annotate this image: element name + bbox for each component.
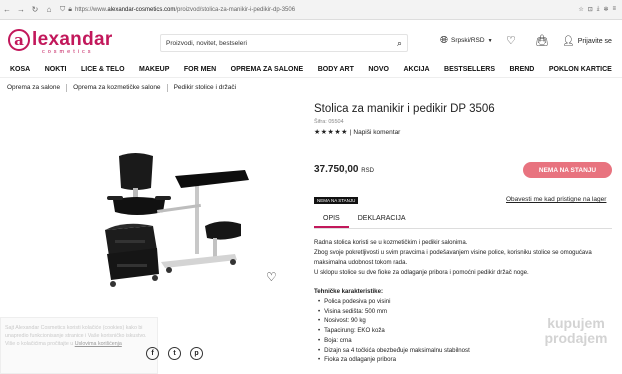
- product-image[interactable]: [95, 150, 265, 300]
- logo-mark: a: [8, 29, 30, 51]
- add-to-wishlist-heart-icon[interactable]: ♡: [266, 270, 277, 284]
- menu-icon[interactable]: ≡: [612, 6, 616, 13]
- search-icon[interactable]: ⌕: [397, 38, 402, 49]
- nav-item-kosa[interactable]: KOSA: [10, 66, 30, 73]
- nav-item-lice-telo[interactable]: LICE & TELO: [81, 66, 125, 73]
- globe-icon: 🌐︎: [440, 35, 448, 46]
- facebook-icon[interactable]: f: [146, 347, 159, 360]
- nav-item-body-art[interactable]: BODY ART: [318, 66, 354, 73]
- tab-deklaracija[interactable]: DEKLARACIJA: [349, 211, 415, 228]
- rating-stars-icon: ★★★★★: [314, 129, 348, 136]
- login-label: Prijavite se: [577, 38, 612, 45]
- back-icon[interactable]: ←: [0, 5, 14, 14]
- tab-opis[interactable]: OPIS: [314, 211, 349, 228]
- nav-item-bestsellers[interactable]: BESTSELLERS: [444, 66, 495, 73]
- description-line: Zbog svoje pokretljivosti u svim pravcim…: [314, 249, 592, 266]
- price-value: 37.750,00: [314, 164, 359, 175]
- logo-word: lexandar: [32, 29, 113, 50]
- extension-icon[interactable]: ✲: [603, 6, 608, 13]
- nav-item-brend[interactable]: BREND: [509, 66, 534, 73]
- write-review-link[interactable]: | Napiši komentar: [350, 129, 400, 136]
- spec-item: Visina sedišta: 500 mm: [318, 307, 470, 317]
- spec-item: Nosivost: 90 kg: [318, 316, 470, 326]
- specs-list: Polica podesiva po visini Visina sedišta…: [318, 297, 470, 365]
- search-box: ⌕: [160, 34, 408, 52]
- wishlist-heart-icon[interactable]: ♡: [506, 34, 516, 47]
- watermark-line: prodajem: [544, 330, 608, 346]
- breadcrumb-item[interactable]: Oprema za kozmetičke salone: [73, 84, 160, 92]
- shield-icon: ⛉: [60, 5, 66, 13]
- url-prefix: https://www.: [74, 6, 108, 13]
- home-icon[interactable]: ⌂: [42, 5, 56, 14]
- product-description: Radna stolica koristi se u kozmetičkim i…: [314, 238, 614, 278]
- reload-icon[interactable]: ↻: [28, 5, 42, 14]
- twitter-icon[interactable]: t: [168, 347, 181, 360]
- chevron-down-icon: ▼: [487, 37, 493, 44]
- lock-icon: 🔒︎: [68, 5, 72, 13]
- logo[interactable]: a lexandar cosmetics: [8, 29, 113, 55]
- nav-item-novo[interactable]: NOVO: [368, 66, 389, 73]
- breadcrumb-item[interactable]: Oprema za salone: [7, 84, 60, 92]
- bookmark-star-icon[interactable]: ☆: [578, 6, 583, 13]
- product-title: Stolica za manikir i pedikir DP 3506: [314, 103, 495, 115]
- forward-icon[interactable]: →: [14, 5, 28, 14]
- url-host: alexandar-cosmetics.com: [107, 6, 176, 13]
- description-line: Radna stolica koristi se u kozmetičkim i…: [314, 239, 468, 246]
- product-tabs: OPIS DEKLARACIJA: [314, 211, 612, 229]
- watermark: kupujem prodajem: [530, 316, 622, 374]
- pinterest-icon[interactable]: p: [190, 347, 203, 360]
- main-nav: KOSA NOKTI LICE & TELO MAKEUP FOR MEN OP…: [0, 62, 622, 78]
- watermark-line: kupujem: [547, 315, 605, 331]
- nav-item-akcija[interactable]: AKCIJA: [403, 66, 429, 73]
- breadcrumb-item[interactable]: Pedikir stolice i držači: [174, 84, 237, 92]
- breadcrumb: Oprema za salone Oprema za kozmetičke sa…: [7, 84, 236, 92]
- nav-item-makeup[interactable]: MAKEUP: [139, 66, 169, 73]
- terms-link[interactable]: Uslovima korišćenja: [75, 341, 122, 347]
- search-input[interactable]: [166, 39, 366, 47]
- browser-toolbar: ← → ↻ ⌂ ⛉ 🔒︎ https://www. alexandar-cosme…: [0, 0, 622, 20]
- out-of-stock-button[interactable]: NEMA NA STANJU: [523, 162, 612, 178]
- product-sku: Šifra: 05504: [314, 119, 344, 125]
- stock-status-badge: NEMA NA STANJU: [314, 197, 359, 204]
- download-icon[interactable]: ⤓: [597, 6, 600, 13]
- pedicure-chair-illustration: [105, 153, 249, 287]
- spec-item: Tapacirung: EKO koža: [318, 326, 470, 336]
- site-header: a lexandar cosmetics ⌕ 🌐︎ Srpski/RSD ▼ ♡…: [0, 20, 622, 62]
- address-bar[interactable]: ⛉ 🔒︎ https://www. alexandar-cosmetics.com…: [60, 3, 578, 17]
- price-currency: RSD: [361, 168, 374, 174]
- spec-item: Dizajn sa 4 točkića obezbeđuje maksimaln…: [318, 346, 470, 356]
- breadcrumb-separator: [166, 84, 168, 92]
- notify-when-in-stock-link[interactable]: Obavesti me kad pristigne na lager: [506, 196, 606, 203]
- nav-item-oprema-za-salone[interactable]: OPREMA ZA SALONE: [231, 66, 304, 73]
- spec-item: Fioka za odlaganje pribora: [318, 355, 470, 365]
- login-link[interactable]: 👤︎ Prijavite se: [562, 36, 612, 47]
- language-currency-selector[interactable]: 🌐︎ Srpski/RSD ▼: [440, 35, 493, 46]
- nav-item-for-men[interactable]: FOR MEN: [184, 66, 216, 73]
- breadcrumb-separator: [66, 84, 68, 92]
- nav-item-nokti[interactable]: NOKTI: [45, 66, 67, 73]
- user-icon: 👤︎: [562, 36, 575, 47]
- language-label: Srpski/RSD: [451, 37, 485, 44]
- specs-title: Tehničke karakteristike:: [314, 288, 383, 295]
- nav-item-poklon-kartice[interactable]: POKLON KARTICE: [549, 66, 612, 73]
- product-rating: ★★★★★ | Napiši komentar: [314, 128, 400, 137]
- cookie-notice: Sajt Alexandar Cosmetics koristi kolačić…: [0, 317, 158, 374]
- description-line: U sklopu stolice su dve fioke za odlagan…: [314, 269, 529, 276]
- cart-bag-icon[interactable]: 👜︎: [535, 34, 549, 47]
- spec-item: Boja: crna: [318, 336, 470, 346]
- pocket-icon[interactable]: ⊡: [588, 6, 593, 13]
- url-path: /proizvod/stolica-za-manikir-i-pedikir-d…: [175, 6, 296, 13]
- spec-item: Polica podesiva po visini: [318, 297, 470, 307]
- product-price: 37.750,00 RSD: [314, 164, 374, 175]
